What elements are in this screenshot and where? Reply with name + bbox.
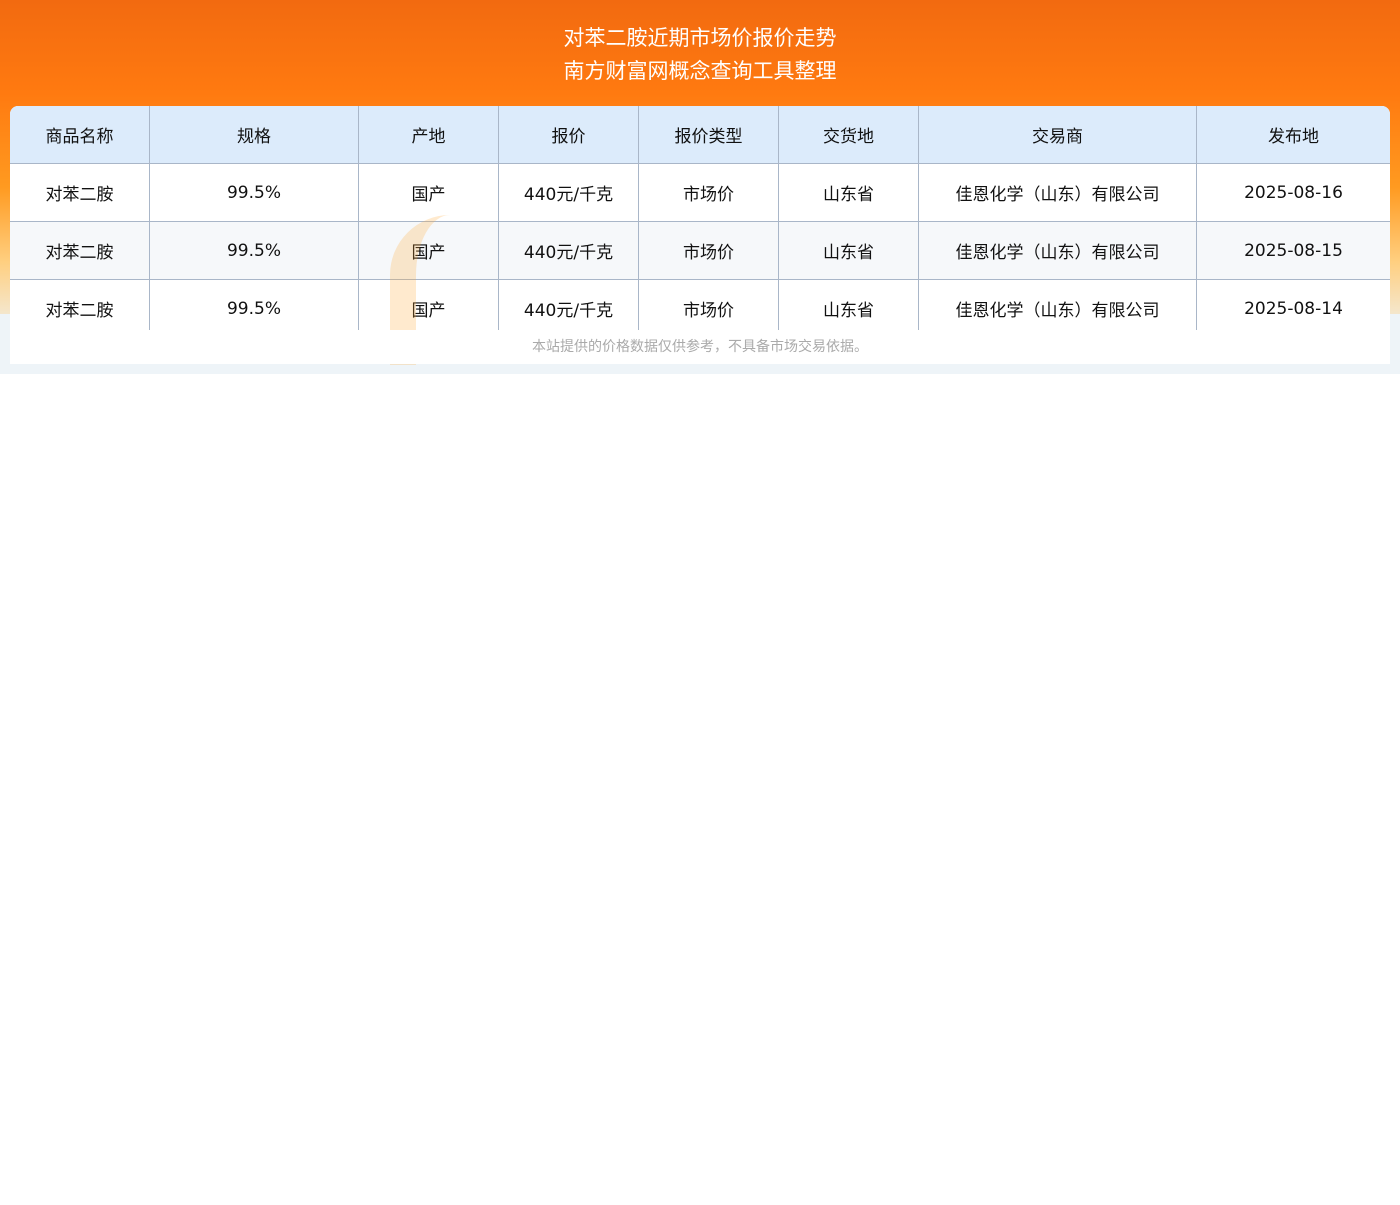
cell-trader: 佳恩化学（山东）有限公司: [918, 221, 1197, 280]
col-price: 报价: [498, 106, 639, 164]
cell-spec: 99.5%: [149, 279, 359, 338]
table-row: 对苯二胺 99.5% 国产 440元/千克 市场价 山东省 佳恩化学（山东）有限公司 2025…: [10, 221, 1390, 280]
col-origin: 产地: [358, 106, 499, 164]
col-delivery: 交货地: [778, 106, 919, 164]
col-name: 商品名称: [10, 106, 150, 164]
cell-origin: 国产: [358, 163, 499, 222]
cell-spec: 99.5%: [149, 163, 359, 222]
table-header-row: 商品名称 规格 产地 报价 报价类型 交货地 交易商 发布地: [10, 106, 1390, 164]
title-main: 对苯二胺近期市场价报价走势: [563, 26, 837, 50]
cell-date: 2025-08-16: [1196, 163, 1390, 222]
cell-delivery: 山东省: [778, 163, 919, 222]
cell-price: 440元/千克: [498, 279, 639, 338]
cell-name: 对苯二胺: [10, 279, 150, 338]
cell-name: 对苯二胺: [10, 163, 150, 222]
cell-trader: 佳恩化学（山东）有限公司: [918, 279, 1197, 338]
col-date: 发布地: [1196, 106, 1390, 164]
cell-origin: 国产: [358, 279, 499, 338]
cell-delivery: 山东省: [778, 279, 919, 338]
cell-origin: 国产: [358, 221, 499, 280]
cell-date: 2025-08-14: [1196, 279, 1390, 338]
page-title: 对苯二胺近期市场价报价走势 南方财富网概念查询工具整理: [0, 22, 1400, 88]
cell-price: 440元/千克: [498, 163, 639, 222]
col-trader: 交易商: [918, 106, 1197, 164]
cell-price: 440元/千克: [498, 221, 639, 280]
table-row: 对苯二胺 99.5% 国产 440元/千克 市场价 山东省 佳恩化学（山东）有限公司 2025…: [10, 279, 1390, 338]
price-table-container: 商品名称 规格 产地 报价 报价类型 交货地 交易商 发布地 对苯二胺 99.5%…: [10, 106, 1390, 338]
cell-name: 对苯二胺: [10, 221, 150, 280]
cell-date: 2025-08-15: [1196, 221, 1390, 280]
cell-delivery: 山东省: [778, 221, 919, 280]
col-price-type: 报价类型: [638, 106, 779, 164]
cell-price-type: 市场价: [638, 221, 779, 280]
disclaimer-note: 本站提供的价格数据仅供参考，不具备市场交易依据。: [10, 330, 1390, 364]
price-table: 商品名称 规格 产地 报价 报价类型 交货地 交易商 发布地 对苯二胺 99.5%…: [10, 106, 1390, 338]
cell-trader: 佳恩化学（山东）有限公司: [918, 163, 1197, 222]
table-row: 对苯二胺 99.5% 国产 440元/千克 市场价 山东省 佳恩化学（山东）有限公司 2025…: [10, 163, 1390, 222]
cell-price-type: 市场价: [638, 279, 779, 338]
col-spec: 规格: [149, 106, 359, 164]
cell-price-type: 市场价: [638, 163, 779, 222]
title-sub: 南方财富网概念查询工具整理: [563, 59, 837, 83]
cell-spec: 99.5%: [149, 221, 359, 280]
